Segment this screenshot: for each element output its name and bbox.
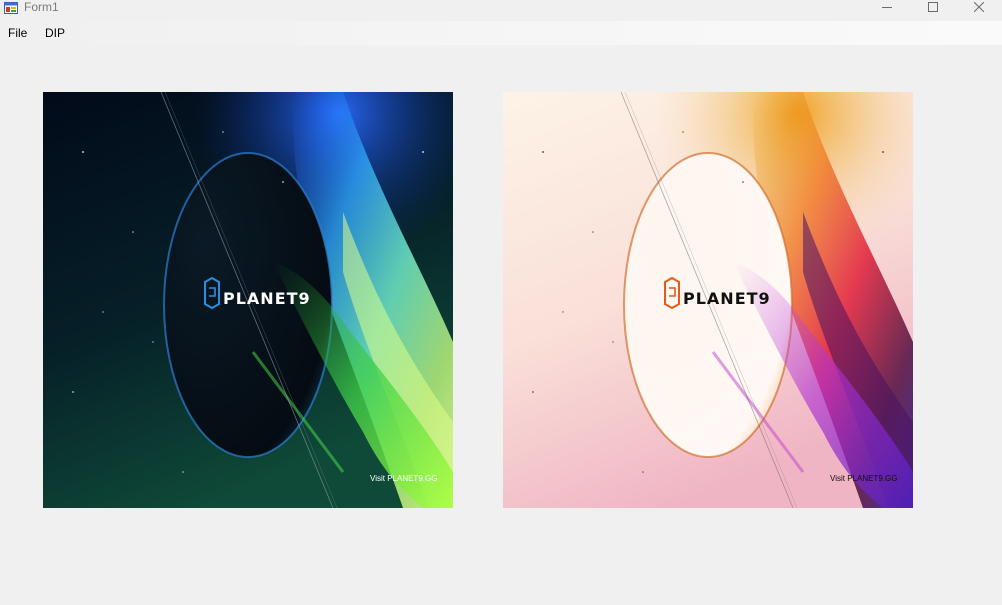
close-icon <box>974 2 984 12</box>
menu-file[interactable]: File <box>4 25 31 41</box>
close-button[interactable] <box>956 0 1002 14</box>
processed-footer-text: Visit PLANET9.GG <box>830 474 897 483</box>
processed-picture-box: PLANET9 Visit PLANET9.GG <box>503 92 913 508</box>
original-picture-box: PLANET9 Visit PLANET9.GG <box>43 92 453 508</box>
minimize-button[interactable] <box>864 0 910 14</box>
title-bar: Form1 <box>0 0 1002 20</box>
minimize-icon <box>882 7 892 8</box>
maximize-button[interactable] <box>910 0 956 14</box>
window-title: Form1 <box>24 0 59 14</box>
menu-dip[interactable]: DIP <box>41 25 69 41</box>
processed-logo-text: PLANET9 <box>683 289 771 308</box>
maximize-icon <box>928 2 938 12</box>
original-logo-text: PLANET9 <box>223 289 311 308</box>
original-footer-text: Visit PLANET9.GG <box>370 474 437 483</box>
form-app-icon[interactable] <box>4 1 18 14</box>
menu-bar: File DIP <box>0 21 1002 45</box>
